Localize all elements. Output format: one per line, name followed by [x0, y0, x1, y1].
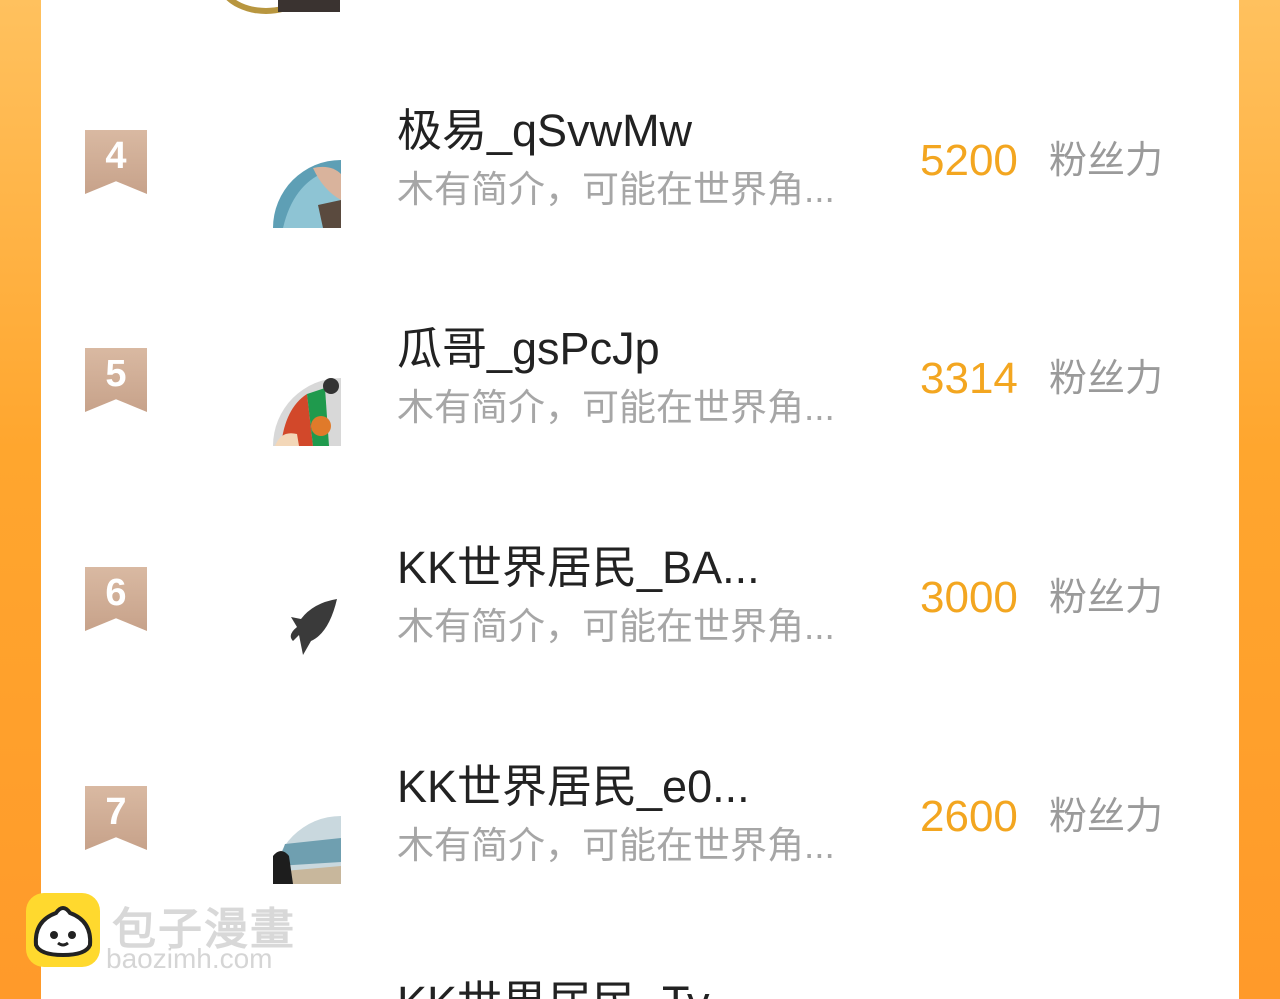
fan-score-unit: 粉丝力 — [1049, 358, 1164, 400]
fan-score: 2600 — [920, 792, 1018, 841]
avatar[interactable] — [273, 160, 341, 228]
fan-score-unit: 粉丝力 — [1049, 577, 1164, 619]
shark-icon[interactable] — [273, 595, 341, 663]
user-intro: 木有简介，可能在世界角... — [397, 606, 835, 647]
user-intro: 木有简介，可能在世界角... — [397, 169, 835, 210]
rank-badge: 6 — [85, 567, 147, 631]
user-name[interactable]: 极易_qSvwMw — [397, 106, 692, 156]
ranking-row-6[interactable]: 6 KK世界居民_BA... 木有简介，可能在世界角... 3000 粉丝力 — [41, 543, 1239, 767]
rank-badge: 5 — [85, 348, 147, 412]
user-name[interactable]: KK世界居民_BA... — [397, 543, 760, 593]
fan-score: 3000 — [920, 573, 1018, 622]
watermark-url: baozimh.com — [106, 943, 273, 974]
ranking-row-5[interactable]: 5 瓜哥_gsPcJp 木有简介，可能在世界角... 3314 粉丝力 — [41, 324, 1239, 548]
avatar[interactable] — [273, 816, 341, 884]
user-name[interactable]: 瓜哥_gsPcJp — [397, 324, 660, 374]
user-name[interactable]: KK世界居民_e0... — [397, 762, 750, 812]
fan-score-unit: 粉丝力 — [1049, 140, 1164, 182]
avatar-partial-top[interactable] — [216, 0, 341, 16]
avatar[interactable] — [273, 378, 341, 446]
rank-badge: 7 — [85, 786, 147, 850]
fan-score: 5200 — [920, 136, 1018, 185]
rank-badge: 4 — [85, 130, 147, 194]
fan-score-unit: 粉丝力 — [1049, 796, 1164, 838]
user-intro: 木有简介，可能在世界角... — [397, 825, 835, 866]
user-intro: 木有简介，可能在世界角... — [397, 387, 835, 428]
user-name-partial[interactable]: KK世界居民_Ty — [397, 978, 710, 999]
bun-mascot-icon — [26, 893, 100, 967]
fan-score: 3314 — [920, 354, 1018, 403]
ranking-panel: 4 极易_qSvwMw 木有简介，可能在世界角... 5200 粉丝力 5 瓜哥… — [41, 0, 1239, 999]
ranking-row-4[interactable]: 4 极易_qSvwMw 木有简介，可能在世界角... 5200 粉丝力 — [41, 106, 1239, 330]
